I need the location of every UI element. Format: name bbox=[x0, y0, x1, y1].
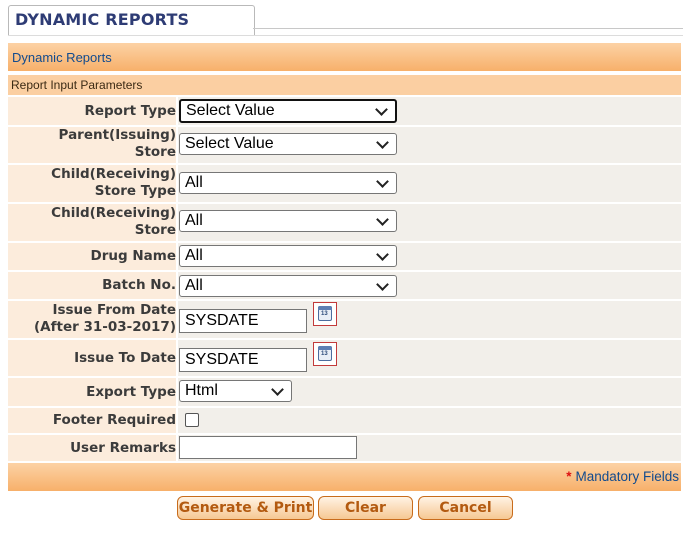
batch-no-select[interactable]: All bbox=[179, 275, 397, 297]
issue-to-date-label-cell: Issue To Date bbox=[8, 340, 176, 376]
row-export-type: Export Type Html bbox=[8, 378, 681, 406]
child-store-type-label-cell: Child(Receiving) Store Type bbox=[8, 165, 176, 202]
row-footer-required: Footer Required bbox=[8, 408, 681, 433]
issue-from-date-label-cell: Issue From Date (After 31-03-2017) bbox=[8, 301, 176, 338]
row-report-type: Report Type Select Value bbox=[8, 97, 681, 125]
mandatory-note: * Mandatory Fields bbox=[566, 469, 679, 484]
row-issue-to-date: Issue To Date SYSDATE 13 bbox=[8, 340, 681, 376]
row-drug-name: Drug Name All bbox=[8, 243, 681, 270]
report-type-selected: Select Value bbox=[186, 102, 275, 119]
page-title: Dynamic Reports bbox=[12, 50, 112, 65]
child-store-type-value-cell: All bbox=[178, 165, 681, 202]
issue-to-date-input[interactable]: SYSDATE bbox=[179, 348, 307, 372]
issue-to-date-value: SYSDATE bbox=[185, 351, 259, 368]
issue-to-date-value-cell: SYSDATE 13 bbox=[178, 340, 681, 376]
tab-divider bbox=[8, 35, 683, 36]
footer-required-label: Footer Required bbox=[52, 412, 176, 428]
row-batch-no: Batch No. All bbox=[8, 272, 681, 299]
chevron-down-icon bbox=[376, 213, 389, 226]
issue-from-date-label-line1: Issue From Date bbox=[52, 302, 176, 318]
calendar-icon[interactable]: 13 bbox=[313, 302, 337, 326]
export-type-label-cell: Export Type bbox=[8, 378, 176, 406]
export-type-label: Export Type bbox=[86, 384, 176, 400]
chevron-down-icon bbox=[375, 103, 388, 116]
issue-to-date-label: Issue To Date bbox=[74, 350, 176, 366]
parent-store-label-line2: Store bbox=[134, 144, 176, 160]
mandatory-text: Mandatory Fields bbox=[575, 469, 679, 484]
tab-dynamic-reports[interactable]: DYNAMIC REPORTS bbox=[8, 5, 255, 36]
child-store-type-selected: All bbox=[185, 174, 203, 191]
page-title-bar: Dynamic Reports bbox=[8, 43, 681, 71]
drug-name-select[interactable]: All bbox=[179, 245, 397, 267]
issue-from-date-value: SYSDATE bbox=[185, 312, 259, 329]
report-type-value-cell: Select Value bbox=[178, 97, 681, 125]
drug-name-label-cell: Drug Name bbox=[8, 243, 176, 270]
export-type-select[interactable]: Html bbox=[179, 380, 292, 402]
chevron-down-icon bbox=[376, 175, 389, 188]
batch-no-value-cell: All bbox=[178, 272, 681, 299]
export-type-selected: Html bbox=[185, 382, 218, 399]
footer-required-label-cell: Footer Required bbox=[8, 408, 176, 433]
calendar-icon[interactable]: 13 bbox=[313, 342, 337, 366]
child-store-type-label-line2: Store Type bbox=[94, 183, 176, 199]
row-child-store-type: Child(Receiving) Store Type All bbox=[8, 165, 681, 202]
child-store-label-line2: Store bbox=[134, 222, 176, 238]
chevron-down-icon bbox=[376, 278, 389, 291]
footer-required-value-cell bbox=[178, 408, 681, 433]
parent-store-label: Parent(Issuing) Store bbox=[59, 127, 176, 161]
child-store-type-label: Child(Receiving) Store Type bbox=[51, 166, 176, 200]
row-parent-store: Parent(Issuing) Store Select Value bbox=[8, 127, 681, 163]
section-title: Report Input Parameters bbox=[11, 78, 143, 92]
chevron-down-icon bbox=[376, 248, 389, 261]
tab-strip-line bbox=[253, 28, 683, 29]
child-store-label-cell: Child(Receiving) Store bbox=[8, 204, 176, 241]
row-child-store: Child(Receiving) Store All bbox=[8, 204, 681, 241]
parent-store-label-line1: Parent(Issuing) bbox=[58, 127, 176, 143]
issue-from-date-label-line2: (After 31-03-2017) bbox=[34, 319, 176, 335]
footer-required-checkbox[interactable] bbox=[185, 413, 199, 427]
calendar-icon-day: 13 bbox=[321, 351, 328, 357]
tab-label: DYNAMIC REPORTS bbox=[15, 10, 190, 29]
drug-name-label: Drug Name bbox=[90, 248, 176, 264]
issue-from-date-input[interactable]: SYSDATE bbox=[179, 309, 307, 333]
child-store-type-select[interactable]: All bbox=[179, 172, 397, 194]
parent-store-select[interactable]: Select Value bbox=[179, 133, 397, 155]
footer-bar: * Mandatory Fields bbox=[8, 463, 681, 491]
child-store-selected: All bbox=[185, 212, 203, 229]
batch-no-selected: All bbox=[185, 277, 203, 294]
export-type-value-cell: Html bbox=[178, 378, 681, 406]
drug-name-value-cell: All bbox=[178, 243, 681, 270]
user-remarks-input[interactable] bbox=[179, 436, 357, 459]
drug-name-selected: All bbox=[185, 247, 203, 264]
row-user-remarks: User Remarks bbox=[8, 435, 681, 461]
calendar-icon-day: 13 bbox=[321, 311, 328, 317]
row-issue-from-date: Issue From Date (After 31-03-2017) SYSDAT… bbox=[8, 301, 681, 338]
chevron-down-icon bbox=[376, 136, 389, 149]
child-store-label: Child(Receiving) Store bbox=[51, 205, 176, 239]
mandatory-star: * bbox=[566, 469, 572, 484]
parent-store-selected: Select Value bbox=[185, 135, 274, 152]
user-remarks-label-cell: User Remarks bbox=[8, 435, 176, 461]
report-type-select[interactable]: Select Value bbox=[179, 99, 397, 123]
child-store-value-cell: All bbox=[178, 204, 681, 241]
generate-print-button[interactable]: Generate & Print bbox=[177, 496, 314, 520]
batch-no-label: Batch No. bbox=[102, 277, 176, 293]
user-remarks-value-cell bbox=[178, 435, 681, 461]
issue-from-date-label: Issue From Date (After 31-03-2017) bbox=[34, 302, 176, 336]
cancel-button[interactable]: Cancel bbox=[418, 496, 513, 520]
parent-store-value-cell: Select Value bbox=[178, 127, 681, 163]
child-store-select[interactable]: All bbox=[179, 210, 397, 232]
report-type-label: Report Type bbox=[84, 103, 176, 119]
clear-button[interactable]: Clear bbox=[318, 496, 413, 520]
child-store-label-line1: Child(Receiving) bbox=[51, 205, 176, 221]
chevron-down-icon bbox=[271, 383, 284, 396]
section-header: Report Input Parameters bbox=[8, 75, 681, 95]
report-type-label-cell: Report Type bbox=[8, 97, 176, 125]
parent-store-label-cell: Parent(Issuing) Store bbox=[8, 127, 176, 163]
user-remarks-label: User Remarks bbox=[70, 440, 176, 456]
child-store-type-label-line1: Child(Receiving) bbox=[51, 166, 176, 182]
issue-from-date-value-cell: SYSDATE 13 bbox=[178, 301, 681, 338]
batch-no-label-cell: Batch No. bbox=[8, 272, 176, 299]
